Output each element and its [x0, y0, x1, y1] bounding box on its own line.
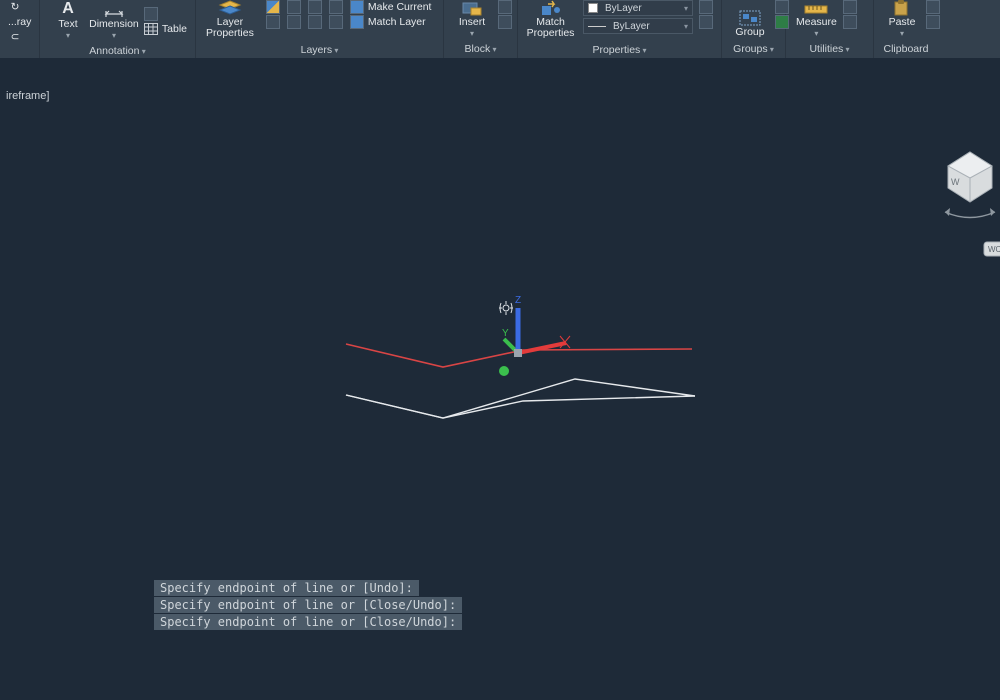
group-button[interactable]: Group — [728, 0, 772, 40]
util-extra2-icon — [843, 15, 857, 29]
layers-stack-icon — [218, 0, 242, 16]
line-white-1[interactable] — [346, 379, 695, 418]
table-button[interactable]: Table — [142, 23, 189, 35]
group-icon — [739, 10, 761, 26]
measure-button[interactable]: Measure▾ — [792, 0, 841, 40]
prop-extra2-button[interactable] — [697, 16, 715, 28]
paste-icon — [893, 0, 911, 16]
ribbon-shadow — [0, 58, 1000, 78]
copy-icon — [926, 15, 940, 29]
panel-properties: Match Properties ByLayer▾ ByLayer▾ Prope… — [518, 0, 722, 58]
copy-button[interactable] — [924, 16, 942, 28]
layer-on-icon — [329, 15, 343, 29]
layer-uniso-button[interactable] — [264, 16, 282, 28]
match-properties-button[interactable]: Match Properties — [524, 0, 577, 41]
rotate-button[interactable]: ↻ — [6, 1, 33, 13]
layer-off-button[interactable] — [327, 1, 345, 13]
stretch-button[interactable]: ⊂ — [6, 31, 33, 43]
color-select[interactable]: ByLayer▾ — [583, 0, 693, 16]
dimension-icon — [104, 4, 124, 18]
block-edit-icon — [498, 15, 512, 29]
panel-modify-tail: ↻ ...ray ⊂ — [0, 0, 40, 58]
panel-title-groups[interactable]: Groups — [722, 42, 785, 58]
prop-extra1-icon — [699, 0, 713, 14]
make-current-button[interactable]: Make Current — [348, 1, 434, 13]
rubber-band-endpoint — [499, 366, 509, 376]
insert-icon — [461, 0, 483, 16]
ribbon: ↻ ...ray ⊂ A Text▾ Dimension▾ — [0, 0, 1000, 58]
cut-button[interactable] — [924, 1, 942, 13]
match-layer-icon — [350, 15, 364, 29]
command-history-line: Specify endpoint of line or [Close/Undo]… — [154, 597, 462, 613]
lineweight-icon — [588, 26, 606, 27]
block-create-button[interactable] — [496, 1, 514, 13]
measure-icon — [804, 2, 828, 16]
panel-title-modify[interactable] — [0, 45, 39, 58]
leader-button[interactable] — [142, 8, 189, 20]
prop-extra2-icon — [699, 15, 713, 29]
panel-title-annotation[interactable]: Annotation — [40, 44, 195, 59]
layer-unlock-button[interactable] — [306, 16, 324, 28]
layer-thaw-icon — [287, 15, 301, 29]
command-history: Specify endpoint of line or [Undo]: Spec… — [154, 579, 462, 630]
ucs-icon[interactable]: Y Z — [502, 295, 570, 357]
util-extra1-icon — [843, 0, 857, 14]
panel-layers: Layer Properties Make Current Match Laye… — [196, 0, 444, 58]
paste-button[interactable]: Paste▾ — [880, 0, 924, 40]
panel-utilities: Measure▾ Utilities — [786, 0, 874, 58]
layer-lock-button[interactable] — [306, 1, 324, 13]
panel-block: Insert▾ Block — [444, 0, 518, 58]
line-white-2[interactable] — [346, 395, 695, 418]
color-swatch-icon — [588, 3, 598, 13]
panel-clipboard: Paste▾ Clipboard — [874, 0, 938, 58]
panel-annotation: A Text▾ Dimension▾ Table Annotation — [40, 0, 196, 58]
util-extra1-button[interactable] — [841, 1, 859, 13]
table-icon — [144, 22, 158, 36]
axis-z-label: Z — [515, 295, 521, 306]
layer-uniso-icon — [266, 15, 280, 29]
util-extra2-button[interactable] — [841, 16, 859, 28]
leader-icon — [144, 7, 158, 21]
panel-groups: Group Groups — [722, 0, 786, 58]
insert-button[interactable]: Insert▾ — [450, 0, 494, 40]
panel-title-layers[interactable]: Layers — [196, 43, 443, 58]
axis-y-label: Y — [502, 328, 509, 339]
match-layer-button[interactable]: Match Layer — [348, 16, 428, 28]
layer-iso-button[interactable] — [264, 1, 282, 13]
panel-title-utilities[interactable]: Utilities — [786, 42, 873, 58]
match-props-icon — [541, 0, 561, 16]
panel-title-block[interactable]: Block — [444, 42, 517, 58]
drawing-canvas: Y Z — [0, 78, 1000, 650]
layer-off-icon — [329, 0, 343, 14]
layer-lock-icon — [308, 0, 322, 14]
layer-unlock-icon — [308, 15, 322, 29]
layer-iso-icon — [266, 0, 280, 14]
make-current-icon — [350, 0, 364, 14]
command-history-line: Specify endpoint of line or [Undo]: — [154, 580, 419, 596]
lineweight-select[interactable]: ByLayer▾ — [583, 18, 693, 34]
block-edit-button[interactable] — [496, 16, 514, 28]
layer-freeze-button[interactable] — [285, 1, 303, 13]
status-bar-area — [0, 630, 1000, 700]
layer-on-button[interactable] — [327, 16, 345, 28]
cut-icon — [926, 0, 940, 14]
text-icon: A — [62, 0, 74, 18]
panel-title-clipboard[interactable]: Clipboard — [874, 42, 938, 58]
panel-title-properties[interactable]: Properties — [518, 43, 721, 58]
array-button[interactable]: ...ray — [6, 16, 33, 28]
command-history-line: Specify endpoint of line or [Close/Undo]… — [154, 614, 462, 630]
layer-thaw-button[interactable] — [285, 16, 303, 28]
layer-freeze-icon — [287, 0, 301, 14]
text-button[interactable]: A Text▾ — [46, 0, 90, 42]
block-create-icon — [498, 0, 512, 14]
dimension-button[interactable]: Dimension▾ — [90, 0, 138, 42]
model-viewport[interactable]: ireframe] W WC — [0, 78, 1000, 650]
layer-properties-button[interactable]: Layer Properties — [202, 0, 258, 41]
prop-extra1-button[interactable] — [697, 1, 715, 13]
